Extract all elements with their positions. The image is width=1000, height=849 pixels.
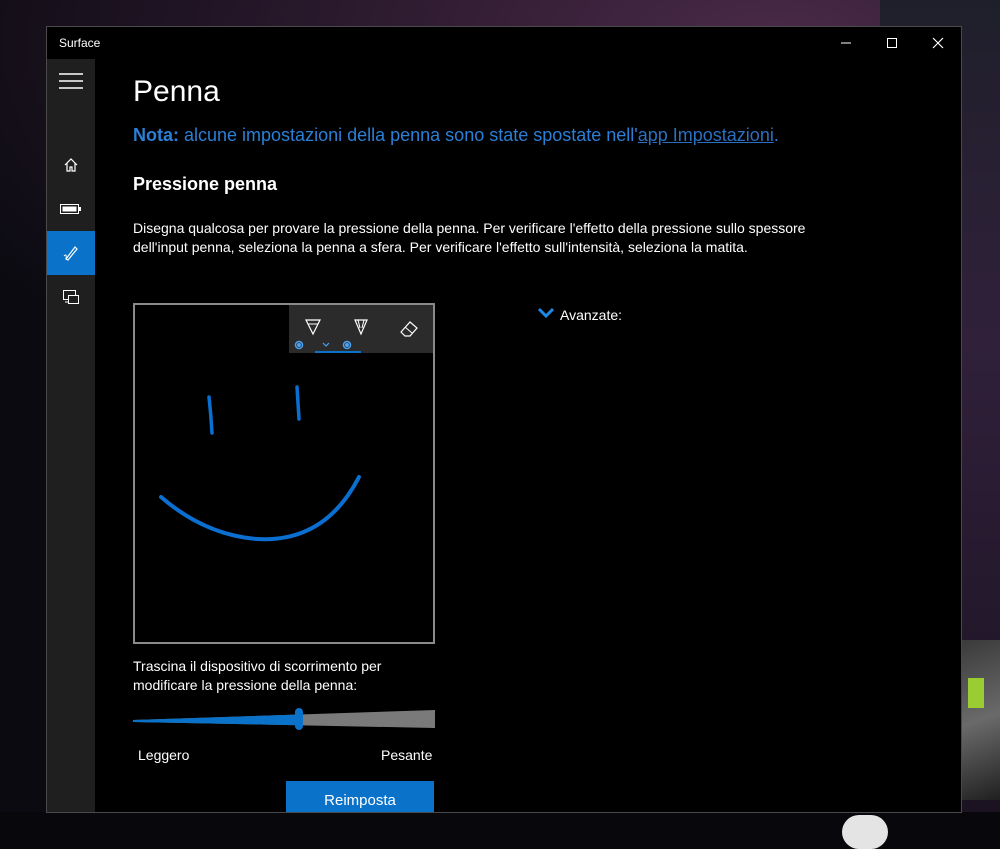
close-icon xyxy=(932,37,944,49)
ink-sketch xyxy=(159,385,361,542)
slider-caption: Trascina il dispositivo di scorrimento p… xyxy=(133,658,382,693)
slider-max-label: Pesante xyxy=(381,747,433,763)
toolbar-indicators xyxy=(294,340,352,350)
note-label: Nota: xyxy=(133,125,179,145)
hamburger-button[interactable] xyxy=(47,59,95,103)
note-text: alcune impostazioni della penna sono sta… xyxy=(179,125,638,145)
settings-app-link[interactable]: app Impostazioni xyxy=(638,125,774,145)
pressure-slider[interactable] xyxy=(133,707,435,731)
drawing-canvas[interactable] xyxy=(133,303,435,644)
slider-thumb[interactable] xyxy=(295,708,303,730)
minimize-button[interactable] xyxy=(823,27,869,59)
page-title: Penna xyxy=(133,75,220,108)
main-content: Penna Nota: alcune impostazioni della pe… xyxy=(95,59,961,812)
reset-button[interactable]: Reimposta xyxy=(286,781,434,812)
pen-icon xyxy=(63,246,78,261)
slider-min-label: Leggero xyxy=(138,747,190,763)
ink-toolbar xyxy=(289,305,433,353)
battery-icon xyxy=(60,204,81,214)
title-bar: Surface xyxy=(47,27,961,59)
app-window: Surface Penna Nota: alcune impostazioni … xyxy=(46,26,962,813)
maximize-button[interactable] xyxy=(869,27,915,59)
selected-tool-underline xyxy=(315,351,361,353)
maximize-icon xyxy=(887,38,897,48)
nav-item-battery[interactable] xyxy=(47,187,95,231)
note-suffix: . xyxy=(773,125,779,145)
section-title: Pressione penna xyxy=(133,174,278,194)
nav-item-info[interactable] xyxy=(47,801,95,812)
pen-pressure-description: Disegna qualcosa per provare la pression… xyxy=(133,220,806,255)
close-button[interactable] xyxy=(915,27,961,59)
home-icon xyxy=(64,158,78,172)
devices-icon xyxy=(63,290,79,304)
note-banner: Nota: alcune impostazioni della penna so… xyxy=(133,125,779,146)
slider-track xyxy=(133,708,435,730)
minimize-icon xyxy=(841,42,851,44)
chevron-down-icon[interactable] xyxy=(537,305,555,321)
advanced-toggle[interactable]: Avanzate: xyxy=(560,307,622,323)
nav-item-home[interactable] xyxy=(47,143,95,187)
hamburger-icon xyxy=(59,73,83,89)
nav-item-devices[interactable] xyxy=(47,275,95,319)
nav-rail xyxy=(47,59,95,812)
app-title: Surface xyxy=(59,36,101,50)
nav-item-pen[interactable] xyxy=(47,231,95,275)
